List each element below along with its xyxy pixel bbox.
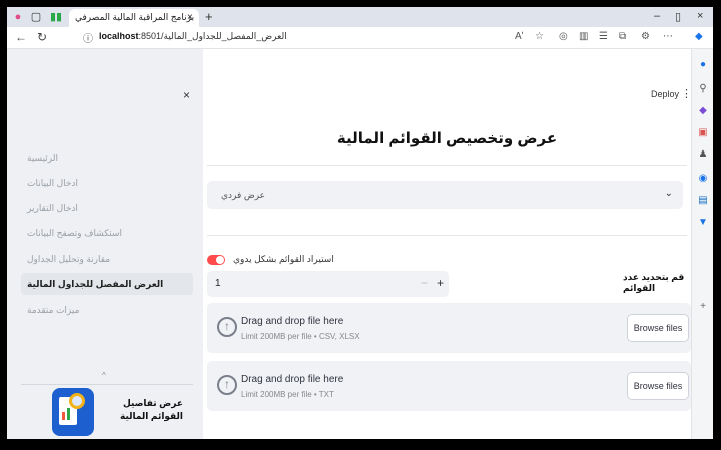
site-info-icon[interactable]: ⓘ bbox=[83, 30, 93, 45]
tab-active[interactable]: برنامج المراقبة المالية المصرفي × bbox=[69, 9, 199, 27]
file-uploader-txt[interactable]: ↑ Drag and drop file here Limit 200MB pe… bbox=[207, 361, 691, 411]
tab-actions-icon[interactable]: ▮▮ bbox=[49, 10, 63, 24]
dropzone-heading: Drag and drop file here bbox=[241, 374, 344, 385]
main-menu-icon[interactable]: ⋮ bbox=[681, 87, 692, 100]
games-icon[interactable]: ♟ bbox=[697, 149, 709, 161]
workspaces-icon[interactable]: ▢ bbox=[29, 10, 43, 24]
sidebar-divider bbox=[21, 384, 193, 385]
browse-files-button[interactable]: Browse files bbox=[627, 314, 689, 342]
collapse-caret-icon[interactable]: ^ bbox=[102, 371, 106, 380]
extension-icon[interactable]: ◎ bbox=[559, 31, 568, 42]
close-window-icon[interactable]: × bbox=[697, 10, 703, 22]
address-bar: ← ↻ ⓘ localhost:8501/العرض_المفصل_للجداو… bbox=[7, 27, 713, 49]
url-field[interactable]: localhost:8501/العرض_المفصل_للجداول_الما… bbox=[99, 31, 287, 42]
tab-bar: ● ▢ ▮▮ برنامج المراقبة المالية المصرفي ×… bbox=[7, 7, 713, 27]
sidebar-item-home[interactable]: الرئيسية bbox=[21, 147, 193, 169]
sidebar-item-detailed-view[interactable]: العرض المفصل للجداول المالية bbox=[21, 273, 193, 295]
file-uploader-csv[interactable]: ↑ Drag and drop file here Limit 200MB pe… bbox=[207, 303, 691, 353]
increment-button[interactable]: + bbox=[437, 276, 444, 290]
url-host: localhost bbox=[99, 31, 139, 41]
split-screen-icon[interactable]: ▥ bbox=[579, 31, 588, 42]
main-content: Deploy ⋮ عرض وتخصيص القوائم المالية عرض … bbox=[203, 49, 692, 439]
restore-icon[interactable]: ▯ bbox=[675, 10, 681, 23]
app-sidebar: × الرئيسية ادخال البيانات ادخال التقارير… bbox=[7, 49, 203, 439]
count-label: قم بتحديد عدد القوائم bbox=[623, 272, 685, 293]
tools-icon[interactable]: ▣ bbox=[697, 127, 709, 139]
deploy-button[interactable]: Deploy bbox=[651, 89, 679, 99]
minimize-icon[interactable]: – bbox=[654, 10, 660, 22]
close-tab-icon[interactable]: × bbox=[187, 12, 193, 23]
dropzone-heading: Drag and drop file here bbox=[241, 316, 344, 327]
search-icon[interactable]: ⚲ bbox=[697, 83, 709, 95]
view-mode-value: عرض فردي bbox=[221, 190, 266, 200]
browser-window: ● ▢ ▮▮ برنامج المراقبة المالية المصرفي ×… bbox=[7, 7, 713, 439]
shopping-icon[interactable]: ◆ bbox=[697, 105, 709, 117]
more-icon[interactable]: ⋯ bbox=[663, 31, 673, 42]
chevron-down-icon: ⌄ bbox=[664, 188, 673, 199]
manual-import-toggle[interactable] bbox=[207, 255, 225, 265]
profile-icon[interactable]: ● bbox=[11, 10, 25, 24]
sidebar-caption: عرض تفاصيل القوائم المالية bbox=[120, 398, 183, 421]
sidebar-item-advanced[interactable]: ميزات متقدمة bbox=[21, 299, 193, 321]
decrement-button[interactable]: − bbox=[421, 276, 428, 290]
upload-icon: ↑ bbox=[217, 317, 237, 337]
notification-icon[interactable]: ● bbox=[697, 59, 709, 71]
divider bbox=[207, 235, 687, 236]
sidebar-close-icon[interactable]: × bbox=[183, 88, 190, 102]
sidebar-item-compare[interactable]: مقارنة وتحليل الجداول bbox=[21, 248, 193, 270]
favorite-icon[interactable]: ☆ bbox=[535, 31, 544, 42]
page-title: عرض وتخصيص القوائم المالية bbox=[336, 130, 558, 147]
count-stepper[interactable]: 1 − + bbox=[207, 271, 449, 297]
url-path: :8501/العرض_المفصل_للجداول_المالية bbox=[138, 31, 287, 41]
back-icon[interactable]: ← bbox=[15, 30, 27, 44]
sidebar-item-data-entry[interactable]: ادخال البيانات bbox=[21, 172, 193, 194]
drop-icon[interactable]: ▼ bbox=[697, 217, 709, 229]
screen-frame: ● ▢ ▮▮ برنامج المراقبة المالية المصرفي ×… bbox=[5, 5, 716, 445]
financial-report-icon bbox=[52, 388, 94, 436]
dropzone-limit: Limit 200MB per file • CSV, XLSX bbox=[241, 332, 360, 341]
view-mode-select[interactable]: عرض فردي ⌄ bbox=[207, 181, 683, 209]
outlook-icon[interactable]: ▤ bbox=[697, 195, 709, 207]
copilot-shortcut-icon[interactable]: ⚙ bbox=[641, 31, 650, 42]
read-aloud-icon[interactable]: Aʹ bbox=[515, 31, 524, 42]
divider bbox=[207, 165, 687, 166]
favorites-bar-icon[interactable]: ☰ bbox=[599, 31, 608, 42]
count-value: 1 bbox=[215, 278, 221, 289]
add-sidebar-app-icon[interactable]: + bbox=[697, 301, 709, 313]
office-icon[interactable]: ◉ bbox=[697, 173, 709, 185]
sidebar-item-reports-entry[interactable]: ادخال التقارير bbox=[21, 197, 193, 219]
manual-import-label: استيراد القوائم بشكل يدوي bbox=[233, 254, 334, 264]
copilot-icon[interactable]: ◆ bbox=[695, 31, 703, 42]
upload-icon: ↑ bbox=[217, 375, 237, 395]
dropzone-limit: Limit 200MB per file • TXT bbox=[241, 390, 334, 399]
refresh-icon[interactable]: ↻ bbox=[37, 30, 47, 44]
sidebar-item-explore[interactable]: استكشاف وتصفح البيانات bbox=[21, 222, 193, 244]
new-tab-button[interactable]: + bbox=[205, 9, 213, 24]
tab-title: برنامج المراقبة المالية المصرفي bbox=[75, 12, 195, 22]
edge-sidebar: ● ⚲ ◆ ▣ ♟ ◉ ▤ ▼ + bbox=[691, 49, 713, 439]
browse-files-button[interactable]: Browse files bbox=[627, 372, 689, 400]
collections-icon[interactable]: ⧉ bbox=[619, 31, 626, 42]
